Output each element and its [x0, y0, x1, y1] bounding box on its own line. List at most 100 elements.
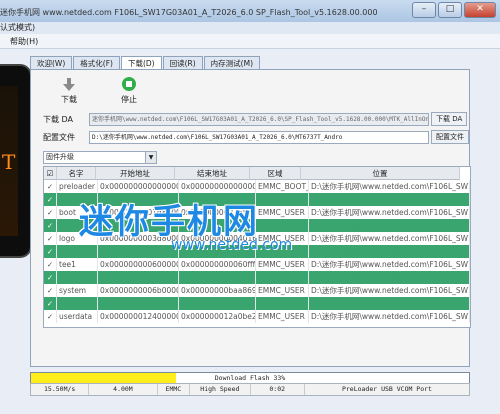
header-begin: 开始地址 — [96, 167, 175, 180]
row-checkbox[interactable]: ✓ — [44, 310, 57, 323]
row-location: D:\迷你手机网\www.netded.com\F106L_SW17G... — [309, 180, 470, 193]
tab-bar: 欢迎(W) 格式化(F) 下载(D) 回读(R) 内存测试(M) — [30, 56, 261, 71]
title-bar: 迷你手机网 www.netded.com F106L_SW17G03A01_A_… — [0, 0, 500, 24]
status-size: 4.00M — [89, 384, 158, 395]
row-checkbox[interactable]: ✓ — [44, 284, 57, 297]
tab-readback[interactable]: 回读(R) — [162, 56, 203, 70]
row-location: D:\迷你手机网\www.netded.com\F106L_SW17G... — [309, 258, 470, 271]
row-location: D:\迷你手机网\www.netded.com\F106L_SW17G... — [309, 271, 470, 284]
row-checkbox[interactable]: ✓ — [44, 297, 57, 310]
header-location: 位置 — [301, 167, 460, 180]
download-agent-button[interactable]: 下载 DA — [431, 112, 468, 126]
row-checkbox[interactable]: ✓ — [44, 271, 57, 284]
row-end-address: 0x0000000000000000 — [179, 180, 256, 193]
row-name: tee2 — [57, 271, 98, 284]
row-name: preloader — [57, 180, 98, 193]
download-panel: 下载 停止 下载 DA 迷你手机网\www.netded.com\F106L_S… — [30, 69, 471, 367]
row-begin-address: 0x000000000000000 — [98, 271, 179, 284]
maximize-button[interactable]: □ — [438, 2, 462, 18]
row-begin-address: 0x0000000006000000 — [98, 258, 179, 271]
stop-button[interactable]: 停止 — [109, 76, 149, 105]
download-button[interactable]: 下载 — [49, 76, 89, 105]
scatter-file-button[interactable]: 配置文件 — [431, 130, 469, 144]
status-time: 0:02 — [251, 384, 305, 395]
menu-bar: 帮助(H) — [0, 34, 500, 49]
row-checkbox[interactable]: ✓ — [44, 193, 57, 206]
tab-format[interactable]: 格式化(F) — [73, 56, 120, 70]
header-check[interactable]: ☑ — [44, 167, 57, 180]
table-row[interactable]: ✓ userdata 0x0000000124000000 0x000000012a0… — [44, 310, 470, 323]
row-begin-address: 0x0000000124000000 — [98, 310, 179, 323]
row-checkbox[interactable]: ✓ — [44, 245, 57, 258]
row-region: EMMC_USER — [256, 258, 309, 271]
tab-memory-test[interactable]: 内存测试(M) — [203, 56, 260, 70]
row-end-address: 0x000000000000000 — [179, 297, 256, 310]
row-checkbox[interactable]: ✓ — [44, 258, 57, 271]
row-checkbox[interactable]: ✓ — [44, 180, 57, 193]
window-title: 迷你手机网 www.netded.com F106L_SW17G03A01_A_… — [0, 8, 378, 17]
status-storage: EMMC — [158, 384, 191, 395]
row-region: EMMC_USER — [256, 271, 309, 284]
header-name: 名字 — [57, 167, 96, 180]
mode-select[interactable]: 固件升级 ▼ — [43, 151, 157, 164]
download-agent-field[interactable]: 迷你手机网\www.netded.com\F106L_SW17G03A01_A_… — [89, 113, 429, 126]
close-button[interactable]: ✕ — [464, 2, 496, 18]
row-region: EMMC_USER — [256, 219, 309, 232]
status-speed: 15.50M/s — [31, 384, 90, 395]
menu-help[interactable]: 帮助(H) — [10, 36, 38, 47]
scatter-file-label: 配置文件 — [43, 133, 75, 142]
mode-select-value: 固件升级 — [46, 153, 74, 161]
row-checkbox[interactable]: ✓ — [44, 219, 57, 232]
scatter-file-field[interactable]: D:\迷你手机网\www.netded.com\F106L_SW17G03A01… — [89, 131, 429, 144]
status-usb-speed: High Speed — [190, 384, 251, 395]
minimize-button[interactable]: – — [412, 2, 436, 18]
download-label: 下载 — [61, 95, 77, 104]
row-name: system — [57, 284, 98, 297]
watermark-text: 迷你手机网 — [79, 202, 259, 242]
row-name: secro — [57, 245, 98, 258]
phone-image: T — [0, 64, 32, 258]
row-location: D:\迷你手机网\www.netded.com\F106L_SW17G... — [309, 297, 470, 310]
download-arrow-icon — [63, 78, 75, 91]
row-region: EMMC_USER — [256, 206, 309, 219]
row-location: D:\迷你手机网\www.netded.com\F106L_SW17G... — [309, 193, 470, 206]
row-name: tee1 — [57, 258, 98, 271]
row-location: D:\迷你手机网\www.netded.com\F106L_SW17G... — [309, 232, 470, 245]
mode-label: 认式模式) — [0, 23, 36, 32]
row-region: EMMC_USER — [256, 193, 309, 206]
table-row[interactable]: ✓ preloader 0x0000000000000000 0x0000000000… — [44, 180, 470, 193]
row-location: D:\迷你手机网\www.netded.com\F106L_SW17G... — [309, 245, 470, 258]
header-region: 区域 — [250, 167, 301, 180]
tab-welcome[interactable]: 欢迎(W) — [30, 56, 73, 70]
chevron-down-icon: ▼ — [145, 152, 156, 163]
row-name: cache — [57, 297, 98, 310]
header-end: 结束地址 — [175, 167, 250, 180]
row-location: D:\迷你手机网\www.netded.com\F106L_SW17G... — [309, 219, 470, 232]
row-end-address: 0x000000000060ffff — [179, 258, 256, 271]
table-row[interactable]: ✓ cache 0x000000000000000 0x000000000000000… — [44, 297, 470, 310]
status-port: PreLoader USB VCOM Port — [341, 385, 432, 393]
row-end-address: 0x000000000000000 — [179, 271, 256, 284]
table-row[interactable]: ✓ tee1 0x0000000006000000 0x000000000060fff… — [44, 258, 470, 271]
table-row[interactable]: ✓ system 0x0000000006b00000 0x00000000baa86… — [44, 284, 470, 297]
stop-label: 停止 — [121, 95, 137, 104]
status-bar: 15.50M/s 4.00M EMMC High Speed 0:02 PreL… — [30, 383, 470, 396]
mode-bar: 认式模式) — [0, 22, 500, 34]
row-region: EMMC_USER — [256, 310, 309, 323]
row-region: EMMC_USER — [256, 284, 309, 297]
row-end-address: 0x000000012a0be28b — [179, 310, 256, 323]
row-location: D:\迷你手机网\www.netded.com\F106L_SW17G... — [309, 284, 470, 297]
row-begin-address: 0x000000000000000 — [98, 245, 179, 258]
row-end-address: 0x00000000baa86997 — [179, 284, 256, 297]
row-begin-address: 0x000000000000000 — [98, 297, 179, 310]
download-agent-label: 下载 DA — [43, 115, 74, 124]
row-location: D:\迷你手机网\www.netded.com\F106L_SW17G... — [309, 310, 470, 323]
row-checkbox[interactable]: ✓ — [44, 232, 57, 245]
row-begin-address: 0x0000000006b00000 — [98, 284, 179, 297]
row-location: D:\迷你手机网\www.netded.com\F106L_SW17G... — [309, 206, 470, 219]
row-checkbox[interactable]: ✓ — [44, 206, 57, 219]
phone-logo-glyph: T — [2, 150, 16, 174]
row-region: EMMC_USER — [256, 297, 309, 310]
stop-icon — [122, 77, 136, 91]
table-row[interactable]: ✓ tee2 0x000000000000000 0x000000000000000 E… — [44, 271, 470, 284]
